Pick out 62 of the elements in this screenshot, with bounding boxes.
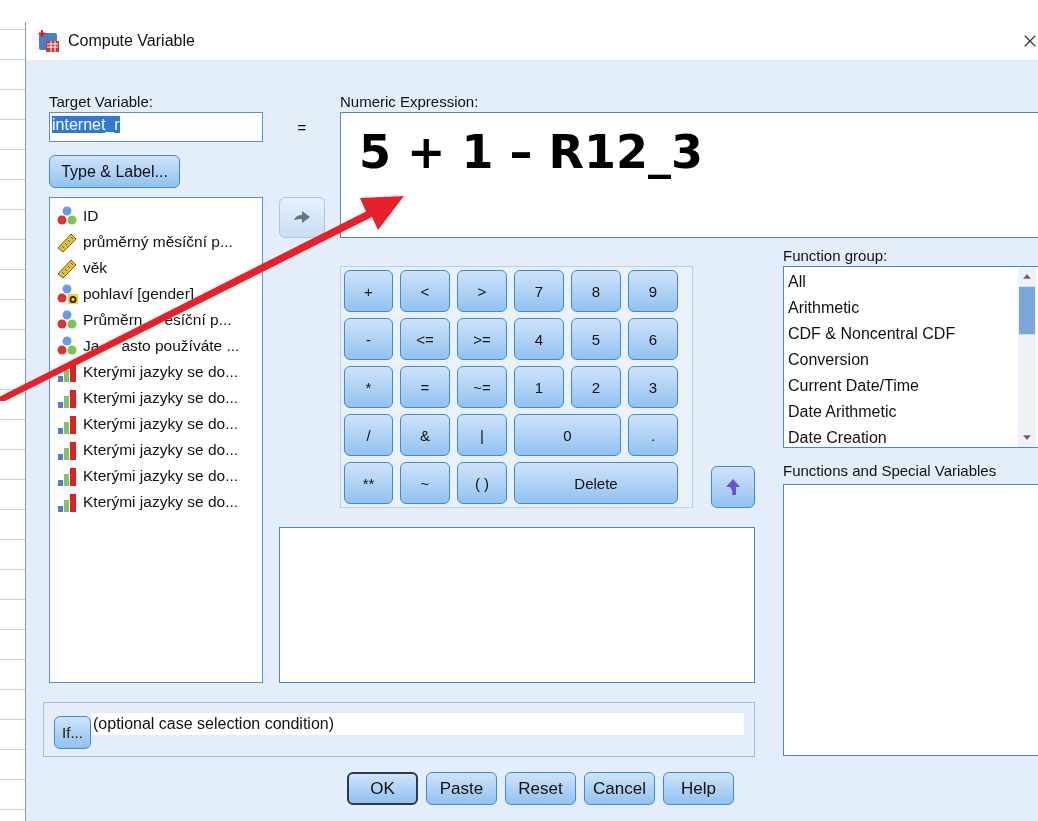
variable-item[interactable]: Kterými jazyky se do...	[56, 385, 256, 411]
function-group-label: Function group:	[783, 247, 889, 266]
variable-item[interactable]: průměrný měsíční p...	[56, 229, 256, 255]
condition-text: (optional case selection condition)	[91, 712, 744, 735]
keypad-key[interactable]: 0	[514, 414, 621, 456]
keypad-key[interactable]: 6	[628, 318, 678, 360]
dialog-button[interactable]: Cancel	[584, 772, 655, 805]
variable-item[interactable]: pohlaví [gender]	[56, 281, 256, 307]
keypad-key[interactable]: 3	[628, 366, 678, 408]
window-title: Compute Variable	[68, 32, 196, 50]
keypad-key[interactable]: &	[400, 414, 450, 456]
keypad-key[interactable]: 4	[514, 318, 564, 360]
dialog-button[interactable]: Paste	[426, 772, 497, 805]
keypad-key[interactable]: 8	[571, 270, 621, 312]
function-group-item[interactable]: Date Arithmetic	[788, 399, 1014, 425]
variable-item[interactable]: Kterými jazyky se do...	[56, 359, 256, 385]
keypad-key[interactable]: 7	[514, 270, 564, 312]
keypad-key[interactable]: -	[344, 318, 393, 360]
variable-item[interactable]: Průměrn esíční p...	[56, 307, 256, 333]
keypad-key[interactable]: >=	[457, 318, 507, 360]
equals-sign: =	[296, 118, 308, 136]
numeric-expression-label: Numeric Expression:	[340, 93, 480, 112]
variable-item[interactable]: Kterými jazyky se do...	[56, 463, 256, 489]
keypad-key[interactable]: +	[344, 270, 393, 312]
function-group-item[interactable]: Date Creation	[788, 425, 1014, 451]
keypad-key[interactable]: |	[457, 414, 507, 456]
dialog-button[interactable]: OK	[347, 772, 418, 805]
keypad-key[interactable]: 2	[571, 366, 621, 408]
keypad-key[interactable]: ~=	[457, 366, 507, 408]
variable-item[interactable]: Kterými jazyky se do...	[56, 437, 256, 463]
keypad-key[interactable]: <=	[400, 318, 450, 360]
keypad-key[interactable]: **	[344, 462, 393, 504]
keypad-key[interactable]: *	[344, 366, 393, 408]
variable-item[interactable]: Kterými jazyky se do...	[56, 489, 256, 515]
variable-item[interactable]: Kterými jazyky se do...	[56, 411, 256, 437]
dialog-button[interactable]: Help	[663, 772, 734, 805]
keypad-key[interactable]: =	[400, 366, 450, 408]
keypad-key[interactable]: ( )	[457, 462, 507, 504]
keypad-key[interactable]: >	[457, 270, 507, 312]
function-group-item[interactable]: Conversion	[788, 347, 1014, 373]
keypad-key[interactable]: /	[344, 414, 393, 456]
functions-label: Functions and Special Variables	[783, 462, 997, 481]
keypad-key[interactable]: ~	[400, 462, 450, 504]
keypad-key[interactable]: 9	[628, 270, 678, 312]
expression-field[interactable]: 5 + 1 – R12_3	[340, 112, 1038, 238]
dialog-button[interactable]: Reset	[505, 772, 576, 805]
keypad-key[interactable]: <	[400, 270, 450, 312]
function-group-item[interactable]: Arithmetic	[788, 295, 1014, 321]
keypad-key[interactable]: .	[628, 414, 678, 456]
target-variable-field[interactable]: internet_r	[49, 112, 263, 142]
type-label-button[interactable]: Type & Label...	[49, 155, 180, 188]
keypad-key[interactable]: 5	[571, 318, 621, 360]
target-variable-label: Target Variable:	[49, 93, 154, 112]
function-group-list[interactable]: All Arithmetic CDF & Noncentral CDF Conversion Current Date/Time Date Arithmetic Date Creation	[783, 266, 1038, 448]
function-group-item[interactable]: CDF & Noncentral CDF	[788, 321, 1014, 347]
if-button[interactable]: If...	[54, 716, 91, 749]
function-group-item[interactable]: Current Date/Time	[788, 373, 1014, 399]
keypad-key[interactable]: 1	[514, 366, 564, 408]
variable-item[interactable]: věk	[56, 255, 256, 281]
variable-item[interactable]: ID	[56, 203, 256, 229]
keypad-key[interactable]: Delete	[514, 462, 678, 504]
function-group-item[interactable]: All	[788, 269, 1014, 295]
